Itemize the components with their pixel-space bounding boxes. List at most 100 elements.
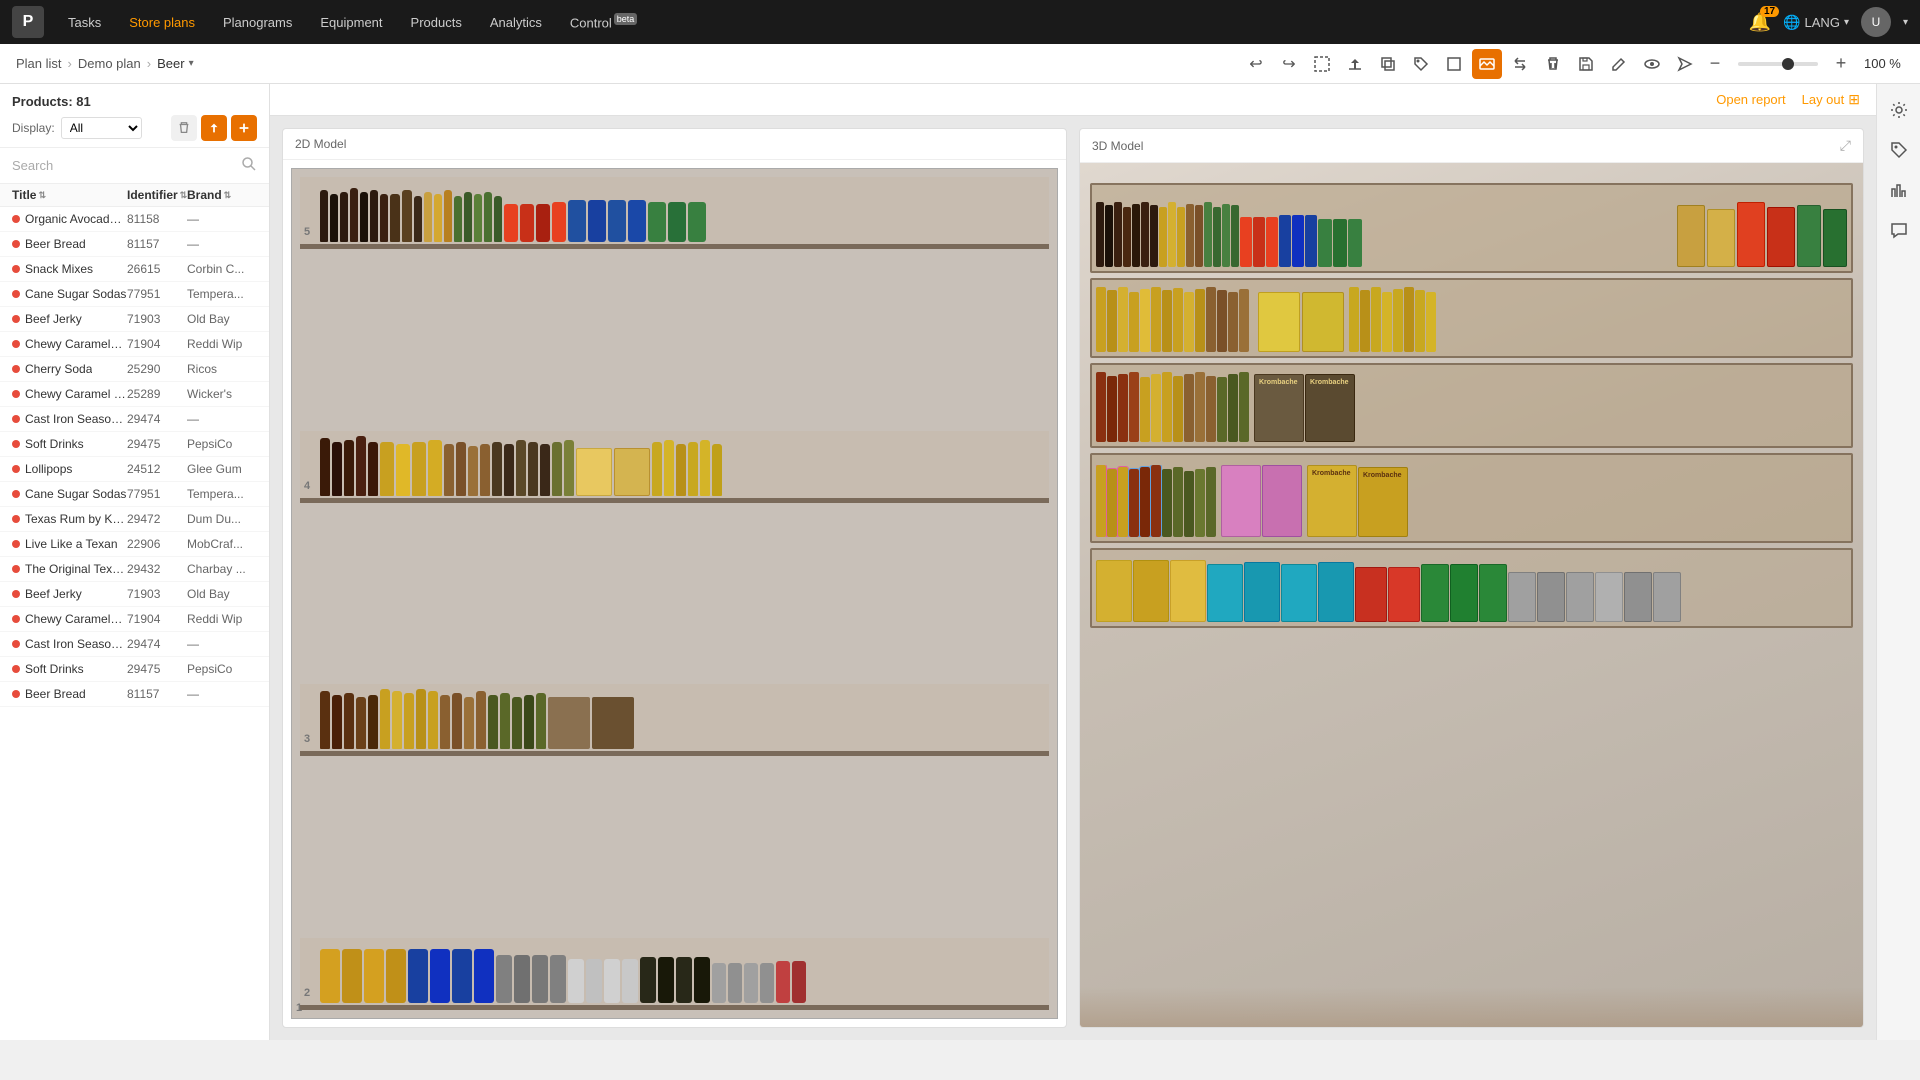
breadcrumb-current[interactable]: Beer ▾	[157, 56, 194, 71]
product-row[interactable]: Organic Avocado Oil 81158 —	[0, 207, 269, 232]
bottle	[468, 446, 478, 496]
language-selector[interactable]: 🌐 LANG ▾	[1783, 14, 1849, 31]
3d-shelf2-right	[1349, 287, 1436, 352]
preview-button[interactable]	[1637, 49, 1667, 79]
tag-panel-button[interactable]	[1881, 132, 1917, 168]
shelf-2d-unit: 5	[291, 168, 1058, 1019]
layout-button[interactable]: Lay out ⊞	[1802, 91, 1860, 108]
breadcrumb-demo-plan[interactable]: Demo plan	[78, 56, 141, 71]
copy-button[interactable]	[1373, 49, 1403, 79]
3d-bottle	[1173, 288, 1183, 352]
nav-planograms[interactable]: Planograms	[211, 9, 304, 36]
product-row[interactable]: Cane Sugar Sodas 77951 Tempera...	[0, 282, 269, 307]
product-row[interactable]: Beer Bread 81157 —	[0, 232, 269, 257]
undo-button[interactable]: ↩	[1241, 49, 1271, 79]
product-dot	[12, 490, 20, 498]
product-row[interactable]: Cherry Soda 25290 Ricos	[0, 357, 269, 382]
product-row[interactable]: Beef Jerky 71903 Old Bay	[0, 582, 269, 607]
nav-control[interactable]: Controlbeta	[558, 8, 649, 36]
image-button[interactable]	[1472, 49, 1502, 79]
nav-tasks[interactable]: Tasks	[56, 9, 113, 36]
search-icon[interactable]	[241, 156, 257, 175]
swap-button[interactable]	[1505, 49, 1535, 79]
product-dot	[12, 415, 20, 423]
product-row[interactable]: Cast Iron Seasoning 29474 —	[0, 632, 269, 657]
add-products-button[interactable]	[231, 115, 257, 141]
3d-floor	[1080, 987, 1863, 1027]
product-id: 29474	[127, 412, 187, 426]
2d-model-panel: 2D Model 5	[282, 128, 1067, 1028]
product-row[interactable]: Beer Bread 81157 —	[0, 682, 269, 707]
upload-button[interactable]	[1340, 49, 1370, 79]
product-list: Organic Avocado Oil 81158 — Beer Bread 8…	[0, 207, 269, 1040]
send-button[interactable]	[1670, 49, 1700, 79]
box	[1595, 572, 1623, 622]
frame-button[interactable]	[1439, 49, 1469, 79]
product-row[interactable]: The Original Texas Whisky 29432 Charbay …	[0, 557, 269, 582]
sort-identifier-column[interactable]: Identifier ⇅	[127, 188, 187, 202]
3d-can	[1333, 219, 1347, 267]
shelf-num-2: 2	[304, 987, 310, 999]
sort-brand-column[interactable]: Brand ⇅	[187, 188, 257, 202]
box-krombacher	[548, 697, 590, 749]
product-row[interactable]: Snack Mixes 26615 Corbin C...	[0, 257, 269, 282]
expand-3d-button[interactable]: ⤢	[1840, 137, 1851, 154]
product-id: 81157	[127, 687, 187, 701]
open-report-link[interactable]: Open report	[1716, 92, 1785, 107]
edit-button[interactable]	[1604, 49, 1634, 79]
select-icon	[1314, 56, 1330, 72]
product-row[interactable]: Cast Iron Seasoning 29474 —	[0, 407, 269, 432]
zoom-slider-track[interactable]	[1738, 62, 1818, 66]
display-select[interactable]: All Selected Unplaced	[61, 117, 142, 139]
product-row[interactable]: Lollipops 24512 Glee Gum	[0, 457, 269, 482]
3d-bottle	[1228, 374, 1238, 442]
product-title-cell: Beef Jerky	[12, 587, 127, 601]
export-products-button[interactable]	[201, 115, 227, 141]
3d-bottle	[1129, 469, 1139, 537]
bottle	[380, 442, 394, 496]
product-row[interactable]: Chewy Caramel Snack Stic... 25289 Wicker…	[0, 382, 269, 407]
product-row[interactable]: Texas Rum by Kiepersol 29472 Dum Du...	[0, 507, 269, 532]
remove-products-button[interactable]	[171, 115, 197, 141]
product-row[interactable]: Chewy Caramels with a Cr... 71904 Reddi …	[0, 607, 269, 632]
settings-button[interactable]	[1881, 92, 1917, 128]
analytics-panel-button[interactable]	[1881, 172, 1917, 208]
nav-products[interactable]: Products	[399, 9, 474, 36]
product-row[interactable]: Live Like a Texan 22906 MobCraf...	[0, 532, 269, 557]
image-icon	[1479, 56, 1495, 72]
user-avatar[interactable]: U	[1861, 7, 1891, 37]
product-row[interactable]: Soft Drinks 29475 PepsiCo	[0, 432, 269, 457]
search-input[interactable]	[12, 158, 235, 173]
nav-analytics[interactable]: Analytics	[478, 9, 554, 36]
3d-bottle	[1184, 471, 1194, 537]
product-id: 24512	[127, 462, 187, 476]
3d-bottle	[1118, 287, 1128, 352]
zoom-out-button[interactable]: −	[1700, 49, 1730, 79]
bottle	[402, 190, 412, 242]
product-row[interactable]: Chewy Caramels with a Cr... 71904 Reddi …	[0, 332, 269, 357]
notifications-bell[interactable]: 🔔 17	[1749, 12, 1771, 33]
product-title-text: Live Like a Texan	[25, 537, 118, 551]
product-row[interactable]: Soft Drinks 29475 PepsiCo	[0, 657, 269, 682]
tag-button[interactable]	[1406, 49, 1436, 79]
product-row[interactable]: Beef Jerky 71903 Old Bay	[0, 307, 269, 332]
3d-bottle	[1217, 290, 1227, 352]
3d-bottle	[1184, 292, 1194, 352]
zoom-in-button[interactable]: +	[1826, 49, 1856, 79]
nav-equipment[interactable]: Equipment	[308, 9, 394, 36]
comments-panel-button[interactable]	[1881, 212, 1917, 248]
3d-shelf-top	[1090, 183, 1853, 273]
product-row[interactable]: Cane Sugar Sodas 77951 Tempera...	[0, 482, 269, 507]
redo-button[interactable]: ↪	[1274, 49, 1304, 79]
breadcrumb-plan-list[interactable]: Plan list	[16, 56, 62, 71]
3d-can	[1292, 215, 1304, 267]
bottle	[552, 442, 562, 496]
nav-store-plans[interactable]: Store plans	[117, 9, 207, 36]
3d-box-krombacher: Krombache	[1305, 374, 1355, 442]
box	[614, 448, 650, 496]
save-button[interactable]	[1571, 49, 1601, 79]
sort-title-column[interactable]: Title ⇅	[12, 188, 127, 202]
delete-button[interactable]	[1538, 49, 1568, 79]
bottle	[370, 190, 378, 242]
select-tool-button[interactable]	[1307, 49, 1337, 79]
